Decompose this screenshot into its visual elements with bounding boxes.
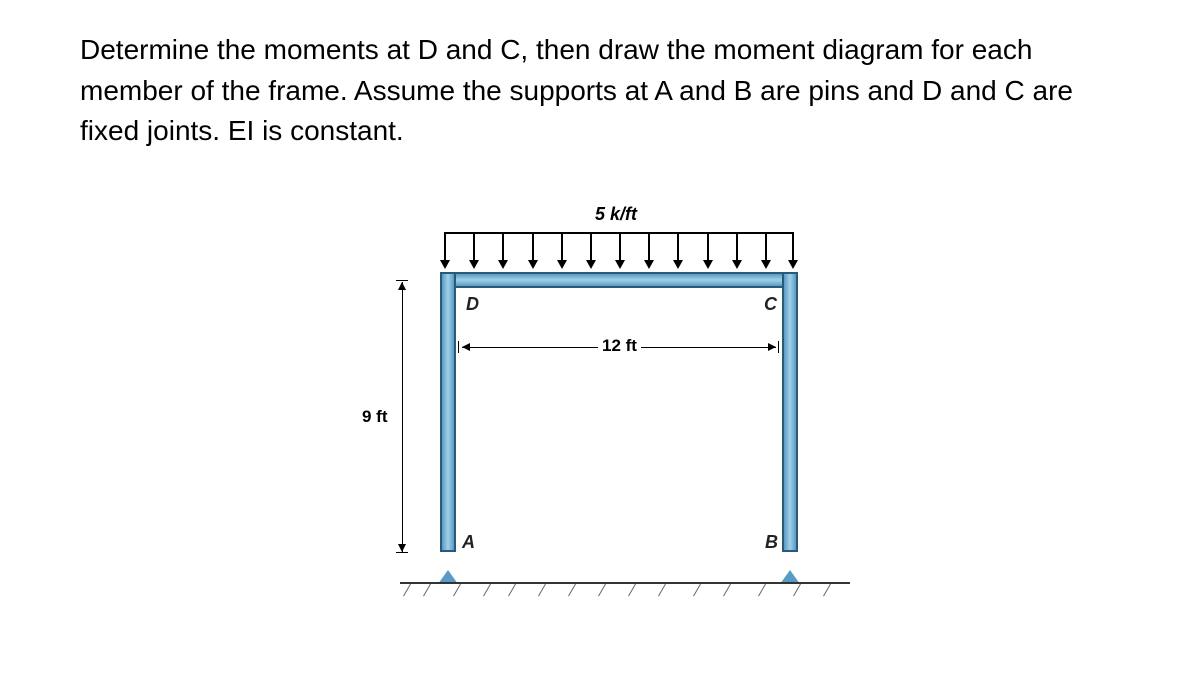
column-ad bbox=[440, 272, 456, 552]
arrow-up-icon bbox=[398, 282, 406, 290]
width-tick-right bbox=[778, 341, 779, 353]
problem-statement: Determine the moments at D and C, then d… bbox=[80, 30, 1120, 152]
height-tick-top bbox=[396, 280, 408, 281]
joint-label-a: A bbox=[462, 532, 475, 553]
arrow-right-icon bbox=[768, 343, 776, 351]
beam-dc bbox=[450, 272, 788, 288]
height-dimension-label: 9 ft bbox=[362, 407, 388, 427]
joint-label-b: B bbox=[765, 532, 778, 553]
height-dimension-line bbox=[402, 282, 403, 552]
frame-diagram: 5 k/ft D C A B 9 ft 12 ft bbox=[340, 212, 860, 612]
distributed-load-label: 5 k/ft bbox=[595, 204, 637, 225]
joint-label-c: C bbox=[764, 294, 777, 315]
ground-hatching-icon bbox=[400, 584, 850, 604]
joint-label-d: D bbox=[466, 294, 479, 315]
width-dimension-label: 12 ft bbox=[598, 336, 641, 356]
distributed-load-icon bbox=[444, 232, 794, 272]
arrow-down-icon bbox=[398, 544, 406, 552]
column-bc bbox=[782, 272, 798, 552]
arrow-left-icon bbox=[462, 343, 470, 351]
width-tick-left bbox=[458, 341, 459, 353]
height-tick-bottom bbox=[396, 552, 408, 553]
